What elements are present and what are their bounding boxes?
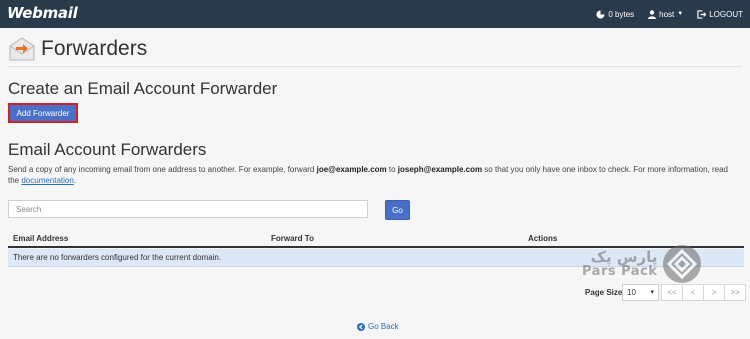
top-nav-right: 0 bytes host ▼ LOGOUT	[589, 0, 750, 28]
documentation-link[interactable]: documentation	[21, 176, 73, 185]
go-back-label: Go Back	[368, 322, 399, 331]
example-email-to: joseph@example.com	[397, 165, 483, 174]
go-button[interactable]: Go	[385, 200, 410, 220]
envelope-forward-icon	[9, 37, 35, 61]
create-forwarder-heading: Create an Email Account Forwarder	[8, 79, 278, 98]
parspack-logo-icon	[663, 245, 702, 283]
logout-label: LOGOUT	[709, 9, 743, 19]
chevron-down-icon: ▾	[650, 289, 654, 296]
last-page-button[interactable]: >>	[724, 284, 746, 301]
search-input[interactable]	[8, 200, 368, 218]
watermark-text: پارس پک Pars Pack	[582, 249, 657, 279]
parspack-watermark: پارس پک Pars Pack	[582, 244, 702, 284]
disk-usage-value: 0 bytes	[608, 9, 635, 19]
user-icon	[648, 9, 657, 19]
example-email-from: joe@example.com	[316, 165, 387, 174]
watermark-text-en: Pars Pack	[582, 264, 658, 279]
column-email-address[interactable]: Email Address	[13, 234, 68, 243]
username: host	[659, 9, 675, 19]
top-navbar: Webmail 0 bytes host ▼ LOGOUT	[0, 0, 750, 28]
chevron-down-icon: ▼	[677, 11, 684, 17]
forwarders-list-heading: Email Account Forwarders	[8, 140, 207, 159]
page-size-label: Page Size	[585, 288, 623, 297]
go-back-link[interactable]: Go Back	[357, 322, 399, 331]
column-actions: Actions	[528, 234, 558, 243]
logout-link[interactable]: LOGOUT	[690, 0, 750, 28]
add-forwarder-button[interactable]: Add Forwarder	[8, 103, 78, 123]
page-title: Forwarders	[41, 37, 148, 60]
first-page-button[interactable]: <<	[661, 284, 683, 301]
watermark-text-fa: پارس پک	[590, 248, 658, 266]
page-header: Forwarders	[8, 36, 147, 62]
pie-chart-icon	[596, 9, 605, 19]
user-menu[interactable]: host ▼	[641, 0, 690, 28]
page-size-value: 10	[627, 288, 636, 297]
header-divider	[8, 66, 742, 67]
prev-page-button[interactable]: <	[682, 284, 704, 301]
pagination: << < > >>	[661, 284, 746, 301]
column-forward-to[interactable]: Forward To	[271, 234, 314, 243]
webmail-logo[interactable]: Webmail	[7, 4, 78, 22]
disk-usage-link[interactable]: 0 bytes	[589, 0, 641, 28]
circle-arrow-left-icon	[357, 322, 365, 331]
logout-icon	[697, 9, 707, 19]
forwarders-description: Send a copy of any incoming email from o…	[8, 165, 728, 185]
page-size-select[interactable]: 10 ▾	[622, 284, 659, 301]
next-page-button[interactable]: >	[703, 284, 725, 301]
